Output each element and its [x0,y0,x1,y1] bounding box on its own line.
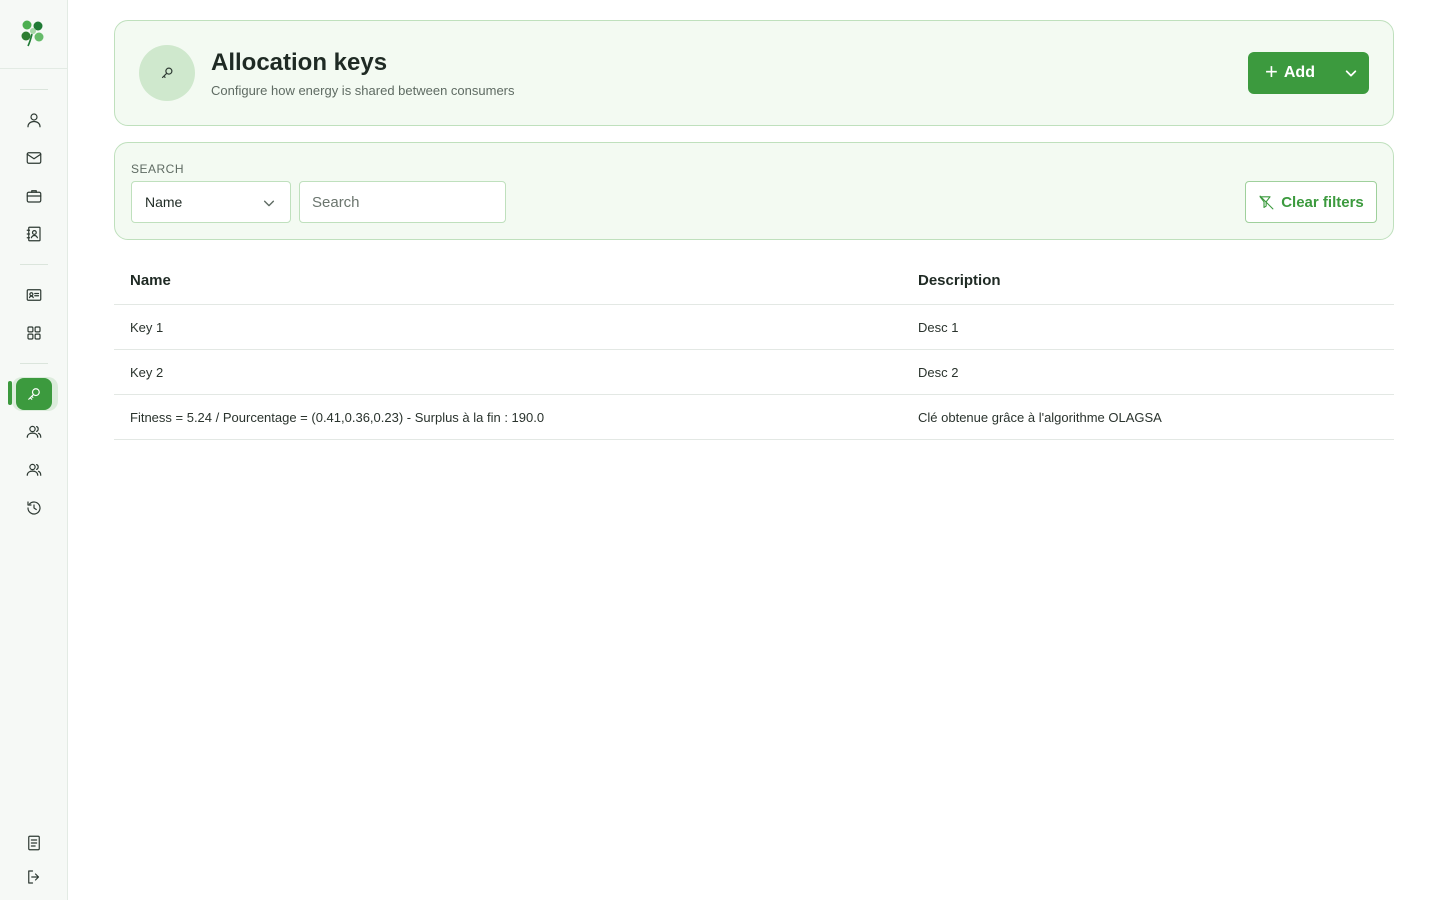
sidebar-item-contacts[interactable] [16,218,52,250]
add-button-label: Add [1283,64,1315,81]
header-icon-badge [139,45,195,101]
chevron-down-icon [1345,70,1356,77]
clover-logo-icon[interactable] [18,18,48,48]
sidebar-item-history[interactable] [16,492,52,524]
history-icon [27,501,41,515]
cell-description: Desc 1 [918,319,959,335]
cell-name: Key 1 [130,319,164,335]
search-input[interactable] [299,181,506,223]
table-row[interactable]: Key 1 Desc 1 [114,305,1394,350]
mail-icon [26,152,42,164]
sidebar-divider [20,264,48,265]
sidebar-item-consumers[interactable] [16,416,52,448]
sidebar-item-dashboard[interactable] [16,317,52,349]
search-field-selected: Name [145,194,183,210]
search-field-select[interactable]: Name [131,181,291,223]
logout-icon [28,870,40,884]
id-card-icon [26,289,42,301]
sidebar-item-allocation-keys[interactable] [16,378,52,410]
page-title: Allocation keys [211,49,388,76]
key-icon [28,388,40,400]
table-header-row: Name Description [114,256,1394,305]
active-item-marker [8,381,12,405]
table-row[interactable]: Key 2 Desc 2 [114,350,1394,395]
sidebar [0,0,68,900]
add-split-button: + Add [1248,52,1369,94]
cell-description: Clé obtenue grâce à l'algorithme OLAGSA [918,409,1162,425]
sidebar-divider [0,68,68,69]
group-icon [26,463,42,476]
plus-icon: + [1265,59,1278,84]
key-icon [161,67,173,79]
sidebar-item-producers[interactable] [16,454,52,486]
sidebar-divider [20,363,48,364]
allocation-keys-table: Name Description Key 1 Desc 1 Key 2 Desc… [114,256,1394,440]
cell-name: Fitness = 5.24 / Pourcentage = (0.41,0.3… [130,409,545,425]
add-button[interactable]: + Add [1248,52,1332,94]
user-icon [27,113,41,128]
cell-description: Desc 2 [918,364,959,380]
clear-filters-label: Clear filters [1281,193,1364,211]
group-icon [26,425,42,438]
sidebar-item-portfolio[interactable] [16,180,52,212]
sidebar-item-users[interactable] [16,104,52,136]
cell-name: Key 2 [130,364,164,380]
sidebar-item-logout[interactable] [16,861,52,893]
sidebar-item-messages[interactable] [16,142,52,174]
sidebar-item-id-cards[interactable] [16,279,52,311]
contact-book-icon [26,226,41,242]
search-label: SEARCH [131,162,185,176]
column-header-description[interactable]: Description [918,272,1001,289]
document-icon [28,835,40,851]
grid-icon [27,326,41,340]
chevron-down-icon [263,200,275,207]
sidebar-item-documentation[interactable] [16,827,52,859]
column-header-name[interactable]: Name [130,272,171,289]
sidebar-divider [20,89,48,90]
page-header: Allocation keys Configure how energy is … [114,20,1394,126]
search-panel: SEARCH Name Clear filters [114,142,1394,240]
add-dropdown-toggle[interactable] [1332,52,1369,94]
table-row[interactable]: Fitness = 5.24 / Pourcentage = (0.41,0.3… [114,395,1394,440]
clear-filters-button[interactable]: Clear filters [1245,181,1377,223]
page-subtitle: Configure how energy is shared between c… [211,83,515,98]
briefcase-icon [26,190,42,203]
filter-clear-icon [1259,195,1274,209]
